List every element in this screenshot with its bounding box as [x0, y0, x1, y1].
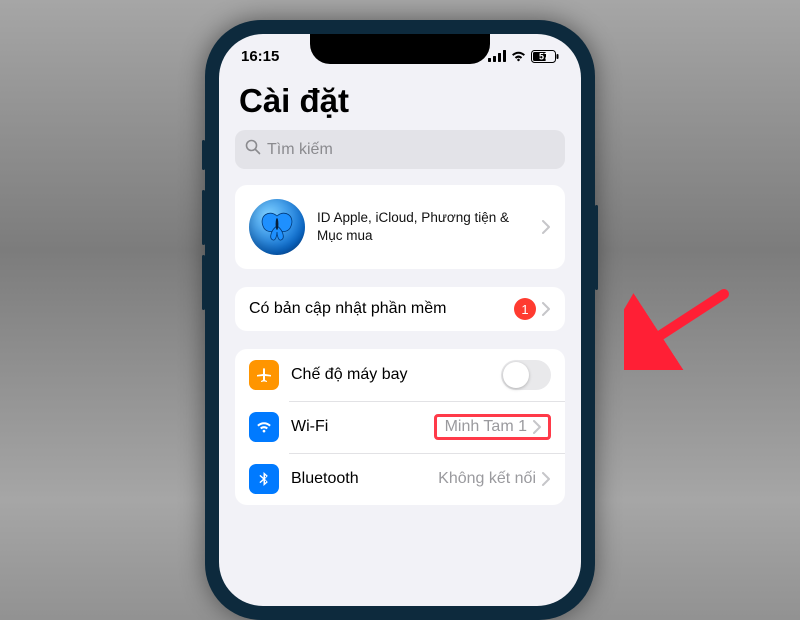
cellular-icon	[488, 50, 506, 62]
butterfly-icon	[259, 212, 295, 242]
bluetooth-label: Bluetooth	[291, 470, 438, 488]
software-update-label: Có bản cập nhật phần mềm	[249, 300, 514, 318]
airplane-icon	[249, 360, 279, 390]
battery-icon: 57	[531, 50, 559, 63]
wifi-row[interactable]: Wi-Fi Minh Tam 1	[235, 401, 565, 453]
status-time: 16:15	[241, 48, 279, 65]
wifi-icon	[510, 50, 527, 62]
page-title: Cài đặt	[239, 82, 561, 120]
chevron-right-icon	[542, 472, 551, 486]
wifi-highlight-annotation: Minh Tam 1	[434, 414, 551, 440]
screen: 16:15 57 Cài đặt Tìm kiếm	[219, 34, 581, 606]
bluetooth-row[interactable]: Bluetooth Không kết nối	[235, 453, 565, 505]
phone-frame: 16:15 57 Cài đặt Tìm kiếm	[205, 20, 595, 620]
search-icon	[245, 139, 261, 160]
bluetooth-icon	[249, 464, 279, 494]
airplane-mode-label: Chế độ máy bay	[291, 366, 501, 384]
chevron-right-icon	[533, 420, 542, 434]
connectivity-group: Chế độ máy bay Wi-Fi Minh Tam 1	[235, 349, 565, 505]
notch	[310, 34, 490, 64]
search-placeholder: Tìm kiếm	[267, 141, 333, 159]
battery-text: 57	[539, 51, 549, 61]
software-update-row[interactable]: Có bản cập nhật phần mềm 1	[235, 287, 565, 331]
apple-id-subtitle: ID Apple, iCloud, Phương tiện & Mục mua	[317, 209, 536, 245]
bluetooth-detail: Không kết nối	[438, 470, 536, 488]
wifi-label: Wi-Fi	[291, 418, 434, 436]
avatar	[249, 199, 305, 255]
airplane-mode-row[interactable]: Chế độ máy bay	[235, 349, 565, 401]
wifi-settings-icon	[249, 412, 279, 442]
airplane-toggle[interactable]	[501, 360, 551, 390]
wifi-detail: Minh Tam 1	[445, 418, 527, 436]
apple-id-group: ID Apple, iCloud, Phương tiện & Mục mua	[235, 185, 565, 269]
update-badge: 1	[514, 298, 536, 320]
chevron-right-icon	[542, 220, 551, 234]
apple-id-row[interactable]: ID Apple, iCloud, Phương tiện & Mục mua	[235, 185, 565, 269]
search-input[interactable]: Tìm kiếm	[235, 130, 565, 169]
arrow-annotation	[624, 280, 734, 370]
chevron-right-icon	[542, 302, 551, 316]
software-update-group: Có bản cập nhật phần mềm 1	[235, 287, 565, 331]
